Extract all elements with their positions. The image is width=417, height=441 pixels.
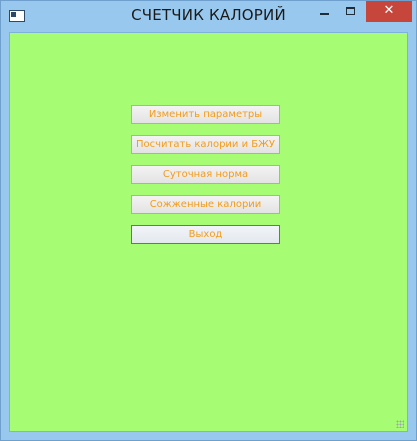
exit-button[interactable]: Выход	[131, 225, 280, 244]
burned-calories-button[interactable]: Сожженные калории	[131, 195, 280, 214]
title-bar[interactable]: СЧЕТЧИК КАЛОРИЙ ✕	[1, 1, 416, 31]
change-parameters-button[interactable]: Изменить параметры	[131, 105, 280, 124]
calculate-calories-button[interactable]: Посчитать калории и БЖУ	[131, 135, 280, 154]
daily-norm-button[interactable]: Суточная норма	[131, 165, 280, 184]
minimize-button[interactable]	[311, 1, 337, 22]
close-button[interactable]: ✕	[366, 1, 412, 22]
close-icon: ✕	[383, 3, 395, 18]
maximize-icon	[346, 7, 355, 15]
resize-grip-icon[interactable]	[396, 420, 404, 428]
minimize-icon	[320, 13, 329, 15]
maximize-button[interactable]	[337, 1, 364, 22]
main-panel: Изменить параметры Посчитать калории и Б…	[9, 32, 408, 432]
app-window: СЧЕТЧИК КАЛОРИЙ ✕ Изменить параметры Пос…	[0, 0, 417, 441]
